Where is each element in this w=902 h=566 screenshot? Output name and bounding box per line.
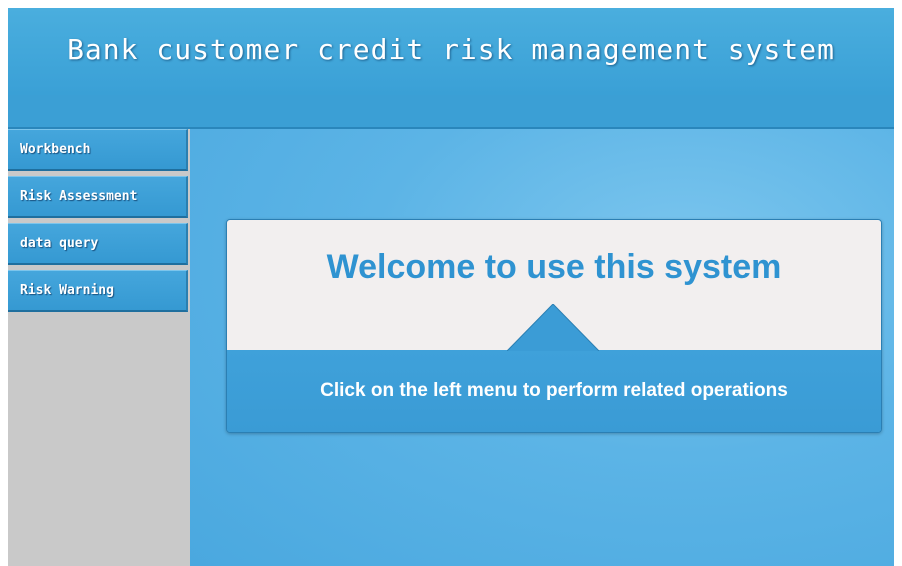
app-title: Bank customer credit risk management sys… [67,33,835,66]
welcome-title: Welcome to use this system [326,248,782,286]
app-header: Bank customer credit risk management sys… [8,8,894,95]
app-frame: Bank customer credit risk management sys… [8,8,894,566]
sidebar-item-workbench[interactable]: Workbench [8,129,188,171]
sidebar-item-label: Workbench [20,142,91,157]
welcome-subtitle: Click on the left menu to perform relate… [320,380,788,401]
welcome-card: Welcome to use this system Click on the … [226,219,882,433]
sidebar-item-data-query[interactable]: data query [8,223,188,265]
sidebar-item-label: data query [20,236,99,251]
main-content: Welcome to use this system Click on the … [190,129,894,566]
sidebar-item-label: Risk Assessment [20,189,138,204]
sidebar-item-risk-warning[interactable]: Risk Warning [8,270,188,312]
sidebar-item-label: Risk Warning [20,283,114,298]
sidebar: Workbench Risk Assessment data query Ris… [8,129,190,566]
pointer-notch-icon [507,304,599,351]
sidebar-item-risk-assessment[interactable]: Risk Assessment [8,176,188,218]
header-strip [8,95,894,129]
